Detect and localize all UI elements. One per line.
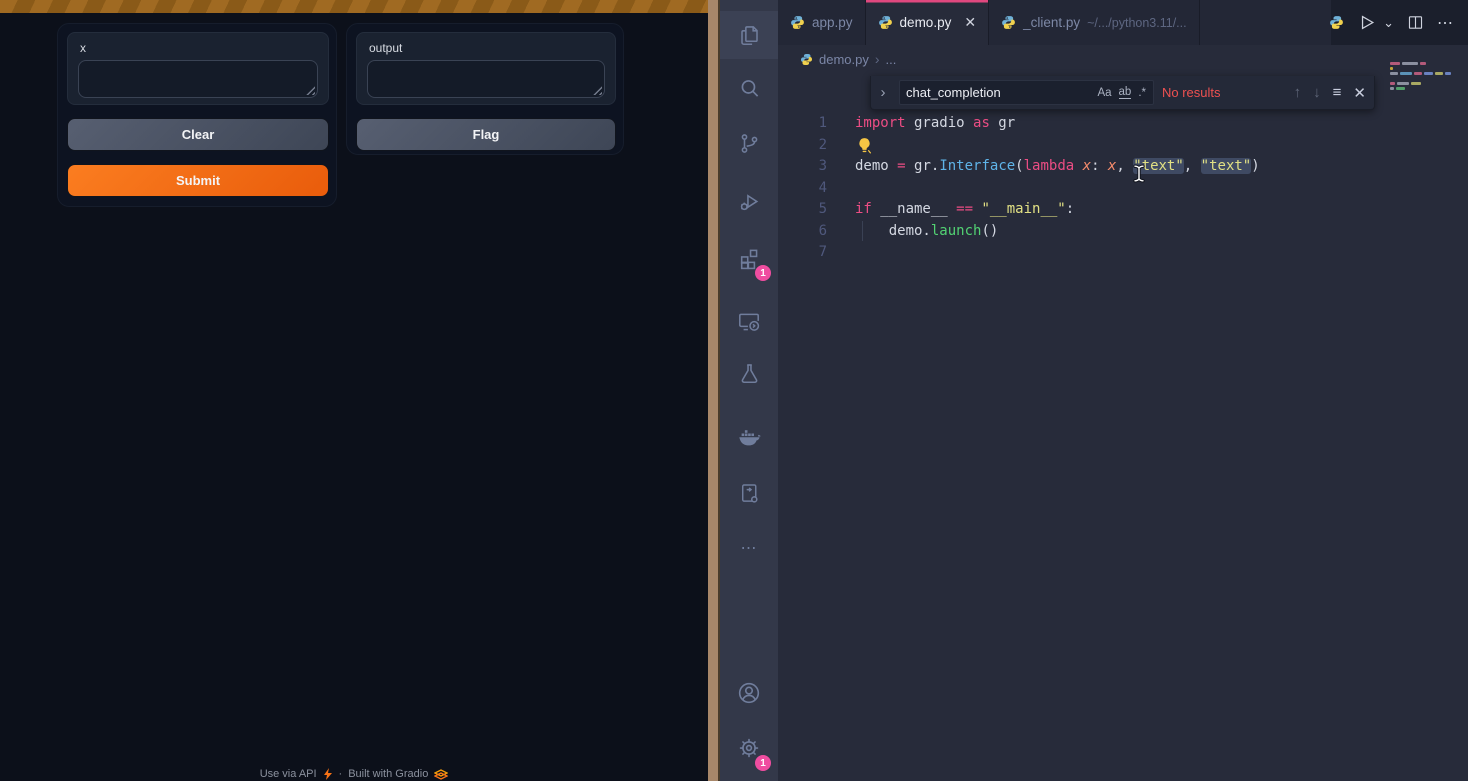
gradio-footer: Use via API · Built with Gradio <box>0 768 708 780</box>
input-label: x <box>80 41 86 55</box>
chevron-right-icon: › <box>875 51 880 67</box>
python-icon <box>1001 15 1016 30</box>
more-actions-button[interactable]: ⋯ <box>1437 13 1454 33</box>
code-line[interactable] <box>855 178 1260 200</box>
flag-button[interactable]: Flag <box>356 118 616 151</box>
code-line[interactable] <box>855 242 1260 264</box>
breadcrumb-file[interactable]: demo.py <box>819 52 869 67</box>
source-control-icon[interactable] <box>720 119 778 167</box>
tab-client-py[interactable]: _client.py ~/.../python3.11/... <box>989 0 1200 45</box>
whole-word-icon[interactable]: ab <box>1119 86 1132 99</box>
line-number: 2 <box>778 135 827 157</box>
vscode-window: 1 <box>720 0 1468 781</box>
split-editor-button[interactable] <box>1407 14 1424 31</box>
account-icon[interactable] <box>720 669 778 717</box>
run-and-debug-icon[interactable] <box>720 178 778 226</box>
code-line[interactable]: import gradio as gr <box>855 113 1260 135</box>
code-editor[interactable]: 1234567 import gradio as gr demo = gr.Int… <box>778 113 1468 781</box>
tab-description: ~/.../python3.11/... <box>1087 16 1187 30</box>
search-icon[interactable] <box>720 64 778 112</box>
input-textarea[interactable] <box>78 60 318 98</box>
built-with-gradio-link[interactable]: Built with Gradio <box>348 768 428 780</box>
tab-label: app.py <box>812 15 853 30</box>
find-input[interactable] <box>900 85 1097 100</box>
top-striped-bar <box>0 0 708 13</box>
breadcrumb[interactable]: demo.py › ... <box>778 45 896 73</box>
dev-containers-icon[interactable] <box>720 469 778 517</box>
line-number: 6 <box>778 221 827 243</box>
submit-button[interactable]: Submit <box>67 164 329 197</box>
text-cursor-pointer <box>1132 164 1146 188</box>
remote-explorer-icon[interactable] <box>720 298 778 346</box>
pane-divider[interactable] <box>708 0 720 781</box>
output-label: output <box>369 41 402 55</box>
line-number: 4 <box>778 178 827 200</box>
editor-actions: ⌄ ⋯ <box>1331 0 1468 45</box>
code-line[interactable] <box>855 135 1260 157</box>
output-block: output <box>356 32 616 105</box>
code-line[interactable]: demo = gr.Interface(lambda x: x, "text",… <box>855 156 1260 178</box>
match-case-icon[interactable]: Aa <box>1097 87 1111 99</box>
next-match-icon[interactable]: ↓ <box>1313 84 1321 101</box>
extensions-badge: 1 <box>755 265 771 281</box>
lightbulb-suggestion-icon[interactable] <box>857 137 872 159</box>
input-block: x <box>67 32 329 105</box>
gradio-output-column: output Flag <box>346 23 624 155</box>
line-number: 7 <box>778 242 827 264</box>
line-number: 1 <box>778 113 827 135</box>
api-bolt-icon <box>323 768 333 780</box>
tab-demo-py[interactable]: demo.py ✕ <box>866 0 990 45</box>
find-input-box: Aa ab .* <box>899 80 1154 105</box>
line-number: 5 <box>778 199 827 221</box>
regex-icon[interactable]: .* <box>1138 87 1146 99</box>
extensions-icon[interactable]: 1 <box>720 234 778 282</box>
gutter: 1234567 <box>778 113 827 264</box>
tab-bar: app.py demo.py ✕ _client.py <box>778 0 1468 45</box>
code-lines: import gradio as gr demo = gr.Interface(l… <box>855 113 1260 264</box>
tab-close-icon[interactable]: ✕ <box>964 14 976 31</box>
docker-icon[interactable] <box>720 411 778 459</box>
breadcrumb-more[interactable]: ... <box>886 52 897 67</box>
previous-match-icon[interactable]: ↑ <box>1294 84 1302 101</box>
code-line[interactable]: demo.launch() <box>855 221 1260 243</box>
editor-area: app.py demo.py ✕ _client.py <box>778 0 1468 781</box>
gradio-input-column: x Clear Submit <box>57 23 337 207</box>
line-number: 3 <box>778 156 827 178</box>
footer-separator: · <box>339 768 343 780</box>
tab-label: demo.py <box>900 15 952 30</box>
python-interpreter-icon[interactable] <box>1329 15 1344 30</box>
python-icon <box>790 15 805 30</box>
find-in-selection-icon[interactable]: ≡ <box>1333 84 1342 101</box>
toggle-replace-chevron-icon[interactable]: › <box>875 84 891 101</box>
testing-icon[interactable] <box>720 349 778 397</box>
output-textarea[interactable] <box>367 60 605 98</box>
run-file-button[interactable] <box>1357 13 1376 32</box>
tab-label: _client.py <box>1023 15 1080 30</box>
screen: x Clear Submit output Flag Use via API ·… <box>0 0 1468 781</box>
find-results-status: No results <box>1162 85 1221 100</box>
more-views-icon[interactable]: ⋯ <box>720 524 778 572</box>
python-icon <box>800 53 813 66</box>
gradio-app-pane: x Clear Submit output Flag Use via API ·… <box>0 0 708 781</box>
close-find-icon[interactable]: ✕ <box>1353 84 1366 102</box>
explorer-icon[interactable] <box>720 11 778 59</box>
tab-app-py[interactable]: app.py <box>778 0 866 45</box>
python-icon <box>878 15 893 30</box>
use-via-api-link[interactable]: Use via API <box>260 768 317 780</box>
settings-gear-icon[interactable]: 1 <box>720 724 778 772</box>
find-widget: › Aa ab .* No results ↑ ↓ ≡ ✕ <box>870 76 1375 110</box>
indent-guide <box>862 221 863 241</box>
settings-badge: 1 <box>755 755 771 771</box>
clear-button[interactable]: Clear <box>67 118 329 151</box>
code-line[interactable]: if __name__ == "__main__": <box>855 199 1260 221</box>
activity-bar: 1 <box>720 0 778 781</box>
gradio-logo-icon <box>434 769 448 780</box>
run-dropdown-chevron-icon[interactable]: ⌄ <box>1383 15 1394 31</box>
minimap[interactable] <box>1390 62 1454 98</box>
